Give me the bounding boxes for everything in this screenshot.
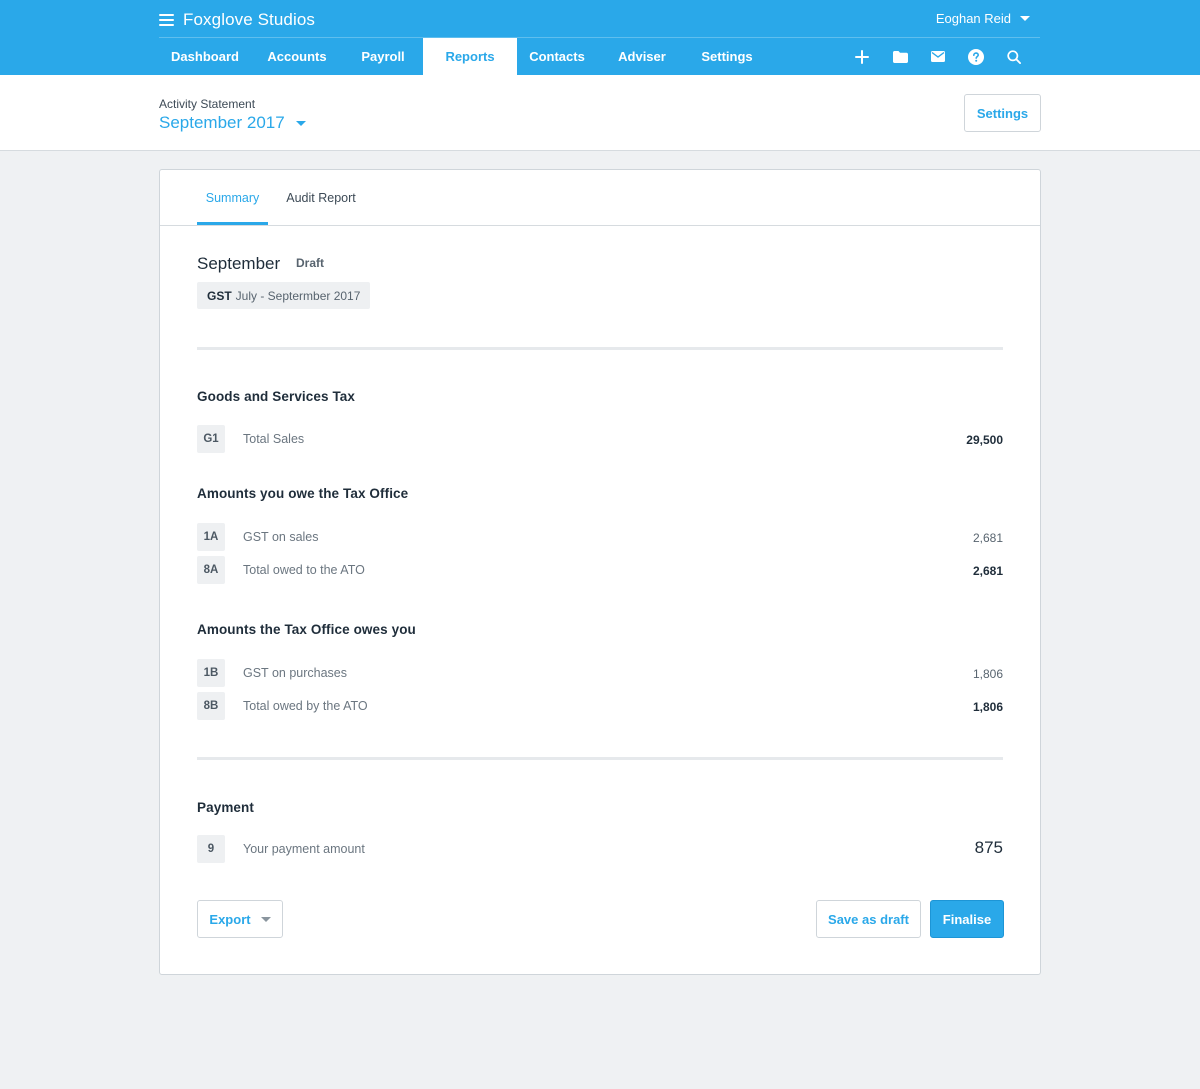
nav-payroll[interactable]: Payroll: [343, 38, 423, 75]
breadcrumb: Activity Statement: [159, 97, 256, 111]
section-title-payment: Payment: [197, 800, 254, 815]
period-chip: GST July - Septermber 2017: [197, 282, 371, 309]
row-value: 29,500: [966, 433, 1003, 447]
row-label: Total owed to the ATO: [243, 563, 365, 577]
export-label: Export: [209, 911, 251, 927]
table-row: 8A Total owed to the ATO 2,681: [197, 556, 1003, 584]
chevron-down-icon: [260, 916, 271, 922]
tab-audit-report[interactable]: Audit Report: [282, 170, 360, 226]
folder-icon[interactable]: [881, 38, 919, 75]
statement-card: Summary Audit Report September Draft GST…: [159, 169, 1041, 975]
divider: [197, 347, 1003, 350]
mail-icon[interactable]: [919, 38, 957, 75]
row-code: 9: [197, 835, 225, 863]
search-icon[interactable]: [995, 38, 1033, 75]
row-code: 1A: [197, 523, 225, 551]
nav-contacts[interactable]: Contacts: [517, 38, 597, 75]
section-title-owe: Amounts you owe the Tax Office: [197, 486, 409, 501]
tab-summary[interactable]: Summary: [197, 170, 268, 225]
chip-period: July - Septermber 2017: [235, 288, 361, 303]
payment-amount: 875: [974, 838, 1003, 857]
nav-accounts[interactable]: Accounts: [251, 38, 343, 75]
chip-tax-type: GST: [207, 288, 232, 303]
row-value: 1,806: [972, 700, 1003, 714]
row-value: 1,806: [972, 667, 1003, 681]
finalise-button[interactable]: Finalise: [930, 900, 1004, 938]
row-code: 1B: [197, 659, 225, 687]
org-switcher[interactable]: Foxglove Studios: [159, 9, 315, 31]
row-label: Your payment amount: [243, 842, 365, 856]
main-nav: Dashboard Accounts Payroll Reports Conta…: [159, 38, 767, 75]
statement-title: September: [197, 254, 281, 273]
help-icon[interactable]: [957, 38, 995, 75]
org-name: Foxglove Studios: [183, 10, 316, 29]
top-bar: Foxglove Studios Eoghan Reid Dashboard A…: [0, 0, 1200, 75]
chevron-down-icon: [1020, 16, 1030, 21]
plus-icon[interactable]: [843, 38, 881, 75]
section-title-gst: Goods and Services Tax: [197, 389, 356, 404]
nav-settings[interactable]: Settings: [687, 38, 767, 75]
export-button[interactable]: Export: [197, 900, 283, 938]
row-code: G1: [197, 425, 225, 453]
nav-icons: [843, 38, 1033, 75]
user-name: Eoghan Reid: [935, 11, 1011, 26]
divider: [197, 757, 1003, 760]
settings-button[interactable]: Settings: [964, 94, 1041, 132]
row-label: GST on purchases: [243, 666, 347, 680]
page-title: September 2017: [159, 113, 285, 132]
row-value: 2,681: [972, 531, 1003, 545]
table-row: G1 Total Sales 29,500: [197, 425, 1003, 453]
table-row: 9 Your payment amount 875: [197, 835, 1003, 863]
table-row: 8B Total owed by the ATO 1,806: [197, 692, 1003, 720]
save-draft-button[interactable]: Save as draft: [816, 900, 921, 938]
period-selector[interactable]: September 2017: [159, 113, 306, 133]
row-code: 8A: [197, 556, 225, 584]
section-title-owed: Amounts the Tax Office owes you: [197, 622, 416, 637]
nav-reports[interactable]: Reports: [423, 38, 517, 75]
user-menu[interactable]: Eoghan Reid: [936, 11, 1030, 26]
table-row: 1A GST on sales 2,681: [197, 523, 1003, 551]
menu-icon[interactable]: [159, 14, 174, 26]
table-row: 1B GST on purchases 1,806: [197, 659, 1003, 687]
page-header: Activity Statement September 2017 Settin…: [0, 75, 1200, 151]
status-badge: Draft: [296, 256, 325, 270]
row-label: Total owed by the ATO: [243, 699, 368, 713]
chevron-down-icon: [295, 121, 306, 126]
row-label: Total Sales: [243, 432, 305, 446]
row-value: 2,681: [972, 564, 1003, 578]
tab-bar: Summary Audit Report: [160, 170, 1040, 226]
nav-dashboard[interactable]: Dashboard: [159, 38, 251, 75]
row-code: 8B: [197, 692, 225, 720]
nav-adviser[interactable]: Adviser: [597, 38, 687, 75]
row-label: GST on sales: [243, 530, 319, 544]
